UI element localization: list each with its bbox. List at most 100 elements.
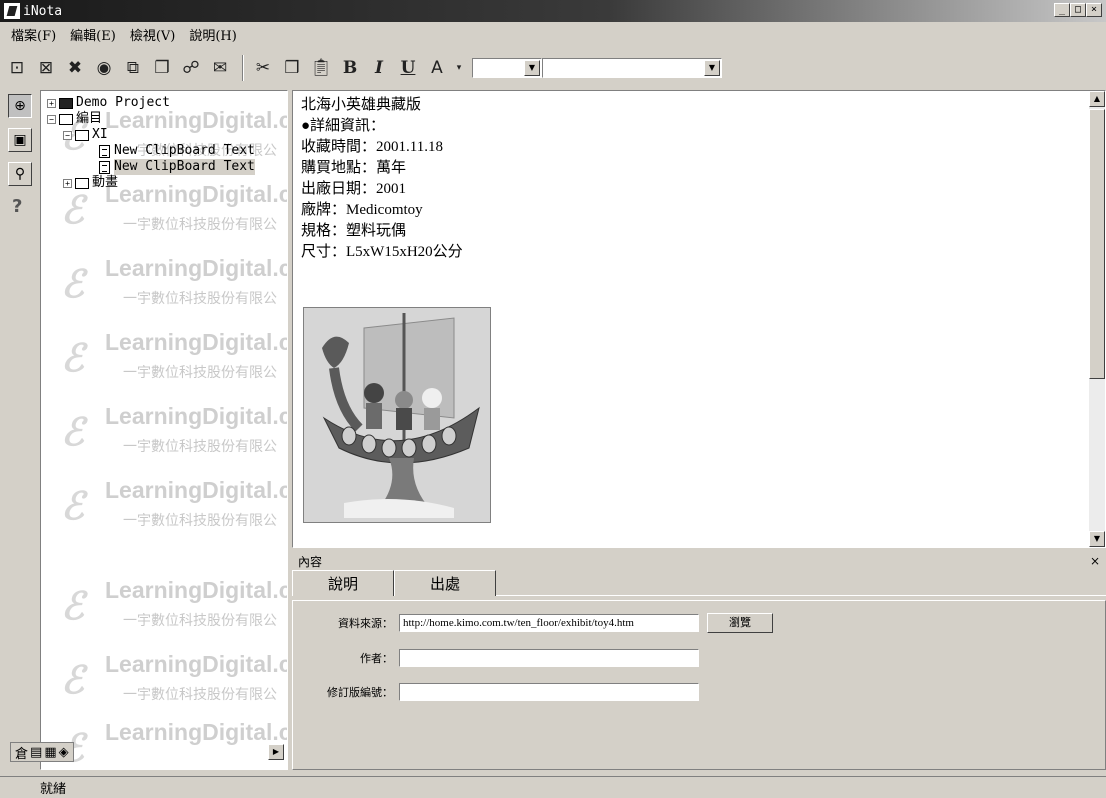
capture-icon[interactable]: ☍ [178, 55, 204, 81]
scroll-up-icon[interactable]: ▲ [1089, 91, 1105, 107]
open-folder-icon [75, 129, 89, 141]
source-row: 資料來源： http://home.kimo.com.tw/ten_floor/… [293, 613, 773, 633]
minimize-button[interactable]: _ [1054, 3, 1070, 17]
menu-file[interactable]: 檔案(F) [4, 25, 63, 44]
watermark-logo: ℰ [61, 409, 85, 454]
copy-icon[interactable]: ❒ [279, 55, 305, 81]
scroll-thumb[interactable] [1089, 109, 1105, 379]
tree-node-label: Demo Project [76, 95, 170, 110]
note-line: 尺寸：L5xW15xH20公分 [301, 244, 463, 260]
scroll-right-icon[interactable]: ▶ [268, 744, 284, 760]
note-line: 收藏時間：2001.11.18 [301, 139, 443, 155]
cut-icon[interactable]: ✂ [250, 55, 276, 81]
warehouse-tab[interactable]: 倉 [15, 743, 28, 762]
watermark: ℰ LearningDigital.c 一宇數位科技股份有限公 [61, 651, 288, 715]
tree-node-animation[interactable]: + 動畫 [47, 175, 255, 191]
menu-edit[interactable]: 編輯(E) [63, 25, 123, 44]
collapse-icon[interactable]: − [63, 130, 72, 140]
font-color-button[interactable]: A [424, 55, 450, 81]
underline-button[interactable]: U [395, 55, 421, 81]
chevron-down-icon[interactable]: ▼ [524, 60, 540, 76]
window-controls: _ □ × [1054, 3, 1102, 17]
watermark-sub: 一宇數位科技股份有限公 [123, 365, 277, 381]
tree-node-xi[interactable]: − XI [47, 127, 255, 143]
chevron-down-icon[interactable]: ▼ [704, 60, 720, 76]
properties-title: 內容 [298, 554, 323, 569]
menu-help[interactable]: 說明(H) [182, 25, 243, 44]
toolbar: ⊡ ⊠ ✖ ◉ ⧉ ❐ ☍ ✉ ✂ ❒ 📋︎ B I U A ▾ ▼ ▼ [0, 50, 1106, 86]
author-label: 作者： [360, 652, 393, 665]
watermark-logo: ℰ [61, 187, 85, 232]
font-name-combo[interactable]: ▼ [542, 58, 722, 78]
expand-icon[interactable]: + [47, 98, 56, 108]
menu-view[interactable]: 檢視(V) [123, 25, 183, 44]
browse-button[interactable]: 瀏覽 [707, 613, 773, 633]
note-text[interactable]: 北海小英雄典藏版 ●詳細資訊： 收藏時間：2001.11.18 購買地點：萬年 … [301, 95, 463, 263]
font-size-combo[interactable]: ▼ [472, 58, 542, 78]
project-tree-panel: ℰ LearningDigital.c 一宇數位科技股份有限公 ℰ Learni… [40, 90, 288, 770]
folder-icon [59, 97, 73, 109]
project-tree: + Demo Project − 編目 − XI New ClipBoard T… [47, 95, 255, 191]
layout-icon[interactable]: ▣ [8, 128, 32, 152]
watermark-text: LearningDigital.c [105, 329, 288, 355]
italic-button[interactable]: I [366, 55, 392, 81]
tree-node-clipboard-1[interactable]: New ClipBoard Text [47, 143, 255, 159]
grid-tab[interactable]: ▦ [44, 745, 56, 760]
note-content[interactable]: 北海小英雄典藏版 ●詳細資訊： 收藏時間：2001.11.18 購買地點：萬年 … [292, 90, 1106, 548]
delete-icon[interactable]: ✖ [62, 55, 88, 81]
expand-icon[interactable]: + [63, 178, 72, 188]
author-row: 作者： [293, 649, 699, 667]
tree-node-clipboard-2[interactable]: New ClipBoard Text [47, 159, 255, 175]
tree-node-label: 編目 [76, 111, 103, 126]
search-icon[interactable]: ⚲ [8, 162, 32, 186]
watermark-sub: 一宇數位科技股份有限公 [123, 613, 277, 629]
tab-source[interactable]: 出處 [394, 570, 496, 596]
help-icon[interactable]: ? [12, 196, 38, 217]
view-switcher: ⊕ ▣ ⚲ ? [4, 92, 38, 772]
watermark-text: LearningDigital.c [105, 651, 288, 677]
revision-input[interactable] [399, 683, 699, 701]
copy-page-icon[interactable]: ⧉ [120, 55, 146, 81]
tree-mode-tabs: 倉 ▤ ▦ ◈ [10, 742, 74, 762]
paste-icon[interactable]: 📋︎ [308, 55, 334, 81]
new-folder-icon[interactable]: ⊠ [33, 55, 59, 81]
watermark-logo: ℰ [61, 261, 85, 306]
title-bar: iNota _ □ × [0, 0, 1106, 22]
toy-ship-photo [303, 307, 491, 523]
close-button[interactable]: × [1086, 3, 1102, 17]
font-color-dropdown-icon[interactable]: ▾ [453, 55, 465, 81]
tree-node-catalog[interactable]: − 編目 [47, 111, 255, 127]
author-input[interactable] [399, 649, 699, 667]
watermark-sub: 一宇數位科技股份有限公 [123, 217, 277, 233]
list-tab[interactable]: ▤ [30, 745, 42, 760]
bold-button[interactable]: B [337, 55, 363, 81]
properties-icon[interactable]: ◉ [91, 55, 117, 81]
source-form: 資料來源： http://home.kimo.com.tw/ten_floor/… [292, 600, 1106, 770]
watermark-sub: 一宇數位科技股份有限公 [123, 439, 277, 455]
scroll-down-icon[interactable]: ▼ [1089, 531, 1105, 547]
menu-bar: 檔案(F) 編輯(E) 檢視(V) 說明(H) [0, 22, 1106, 46]
maximize-button[interactable]: □ [1070, 3, 1086, 17]
new-note-icon[interactable]: ⊡ [4, 55, 30, 81]
tab-description[interactable]: 說明 [292, 570, 394, 596]
mail-icon[interactable]: ✉ [207, 55, 233, 81]
watermark-sub: 一宇數位科技股份有限公 [123, 513, 277, 529]
tree-view-icon[interactable]: ⊕ [8, 94, 32, 118]
tree-node-label: New ClipBoard Text [114, 143, 255, 158]
tree-node-demo-project[interactable]: + Demo Project [47, 95, 255, 111]
watermark-sub: 一宇數位科技股份有限公 [123, 687, 277, 703]
eraser-tab[interactable]: ◈ [59, 745, 69, 760]
watermark-logo: ℰ [61, 583, 85, 628]
source-input[interactable]: http://home.kimo.com.tw/ten_floor/exhibi… [399, 614, 699, 632]
note-line: 北海小英雄典藏版 [301, 97, 422, 113]
watermark: ℰ LearningDigital.c 一宇數位科技股份有限公 [61, 255, 287, 319]
content-scrollbar[interactable]: ▲ ▼ [1089, 91, 1105, 547]
collapse-icon[interactable]: − [47, 114, 56, 124]
tree-node-label: XI [92, 127, 108, 142]
close-icon[interactable]: × [1090, 554, 1100, 568]
paste-page-icon[interactable]: ❐ [149, 55, 175, 81]
app-icon [4, 3, 20, 19]
status-bar: 就緒 [0, 776, 1106, 798]
document-icon [99, 160, 110, 174]
note-line: 規格：塑料玩偶 [301, 223, 407, 239]
